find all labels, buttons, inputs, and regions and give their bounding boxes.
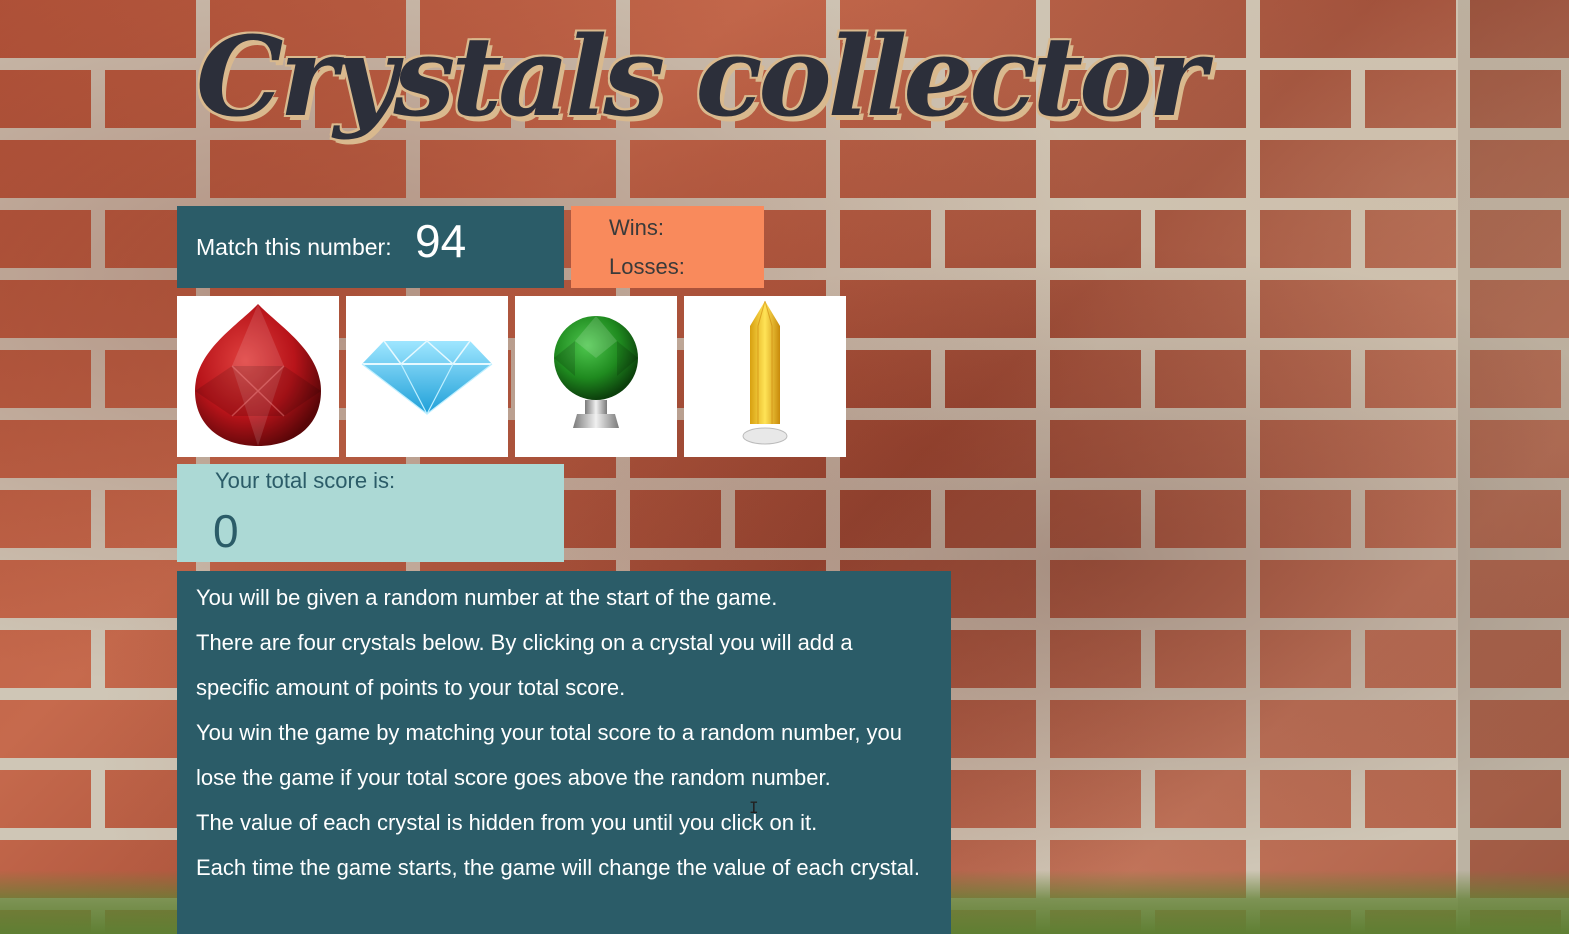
instruction-line: You win the game by matching your total … — [196, 720, 903, 790]
blue-diamond-icon — [361, 339, 493, 416]
red-drop-crystal-icon — [195, 304, 321, 446]
background-strip — [1458, 0, 1569, 934]
match-number-panel: Match this number: 94 — [177, 206, 564, 288]
total-score-value: 0 — [213, 505, 239, 557]
crystal-button-blue[interactable] — [346, 296, 508, 457]
losses-label: Losses: — [609, 254, 685, 279]
instruction-line: You will be given a random number at the… — [196, 585, 778, 610]
wins-label: Wins: — [609, 215, 664, 240]
target-number: 94 — [415, 215, 467, 267]
wins-losses-panel: Wins: Losses: — [571, 206, 764, 288]
crystal-button-green[interactable] — [515, 296, 677, 457]
text-cursor-icon: I — [749, 798, 759, 817]
crystal-button-red[interactable] — [177, 296, 339, 457]
total-score-panel: Your total score is: 0 — [177, 464, 564, 562]
green-crystal-knob-icon — [554, 316, 638, 428]
total-score-label: Your total score is: — [215, 468, 396, 493]
instruction-line: Each time the game starts, the game will… — [196, 855, 920, 880]
instruction-line: There are four crystals below. By clicki… — [196, 630, 853, 700]
instructions-panel: You will be given a random number at the… — [177, 571, 951, 934]
yellow-crystal-icon — [742, 300, 788, 445]
crystal-button-yellow[interactable] — [684, 296, 846, 457]
match-number-label: Match this number: — [196, 234, 392, 260]
game-title: Crystals collector — [196, 12, 1206, 141]
instruction-line: The value of each crystal is hidden from… — [196, 810, 818, 835]
